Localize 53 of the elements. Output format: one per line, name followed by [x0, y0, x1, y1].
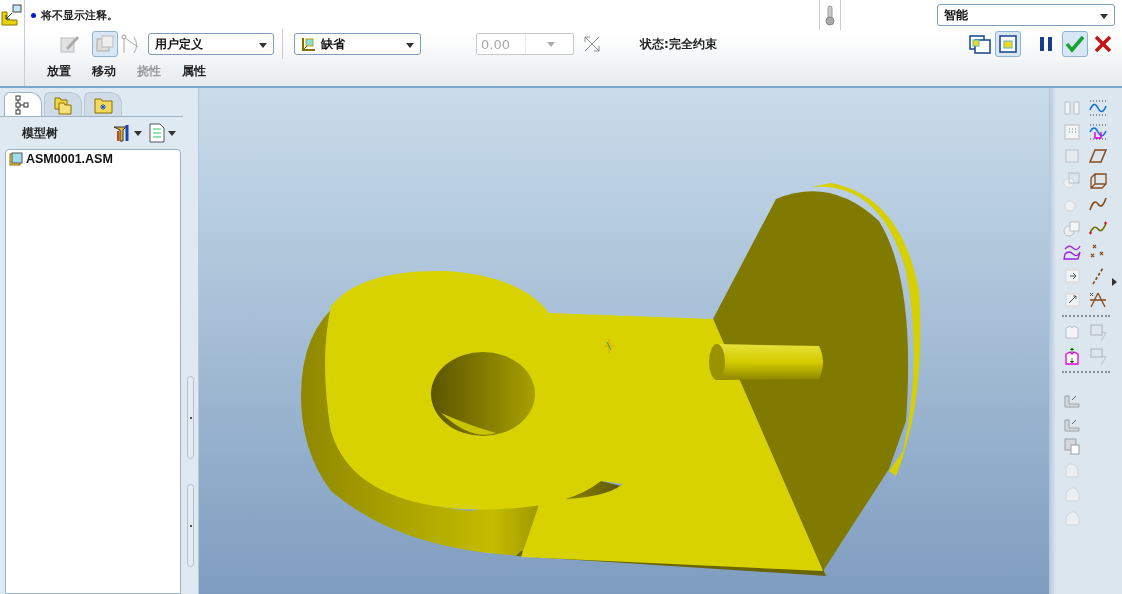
coordinate-icon [603, 338, 616, 354]
caret-icon [547, 41, 556, 47]
status-text: 状态:完全约束 [640, 35, 717, 53]
frame-icon[interactable] [1088, 322, 1108, 342]
caret-icon [259, 43, 267, 48]
copy-button[interactable] [92, 31, 118, 57]
plane-icon [301, 36, 317, 52]
flip-icon[interactable] [582, 34, 602, 54]
expand-arrow-icon[interactable] [1112, 278, 1117, 286]
wave-icon[interactable] [1088, 98, 1108, 118]
shape-icon[interactable] [1062, 346, 1082, 366]
list-icon [148, 123, 166, 143]
dashboard-tab[interactable]: 放置 [47, 62, 71, 80]
caret-icon [406, 43, 414, 48]
caret-icon [1100, 14, 1108, 19]
offset-dropdown[interactable]: 缺省 [294, 33, 421, 55]
pause-icon[interactable] [1038, 35, 1054, 53]
filter-dropdown[interactable]: 智能 [937, 4, 1115, 26]
dashboard-tab[interactable]: 移动 [92, 62, 116, 80]
square-icon[interactable] [1062, 170, 1082, 190]
checkmark-icon [1065, 34, 1085, 54]
caret-icon [134, 130, 142, 136]
parallelogram-icon[interactable] [1088, 146, 1108, 166]
close-icon[interactable] [1094, 35, 1112, 53]
splitter-handle[interactable] [187, 484, 194, 567]
tools-icon [112, 123, 132, 143]
copy-icon[interactable] [1062, 436, 1082, 456]
window-icon[interactable] [969, 33, 991, 55]
panel-tab[interactable] [4, 92, 42, 116]
grid-icon[interactable] [1062, 122, 1082, 142]
message-text: 将不显示注释。 [41, 7, 118, 23]
caret-icon [168, 130, 176, 136]
edit-icon[interactable] [58, 33, 80, 55]
preview-button[interactable] [995, 31, 1021, 57]
bullet-icon [31, 12, 36, 18]
mirror-icon[interactable] [1062, 98, 1082, 118]
constraint-dropdown[interactable]: 用户定义 [148, 33, 274, 55]
panel-title: 模型树 [22, 124, 58, 142]
wave-icon[interactable] [1088, 122, 1108, 142]
part-model-drawing[interactable] [301, 183, 921, 576]
confirm-button[interactable] [1062, 31, 1088, 57]
part-icon [9, 152, 23, 166]
thermometer-icon[interactable] [824, 4, 836, 26]
panel-tab[interactable] [84, 92, 122, 116]
dashboard-tab[interactable]: 属性 [182, 62, 206, 80]
assembly-icon[interactable] [1, 4, 23, 26]
tree-item[interactable]: ASM0001.ASM [6, 150, 180, 168]
axes-icon[interactable] [1088, 290, 1108, 310]
copy-icon [95, 34, 115, 54]
cube-icon[interactable] [1088, 170, 1108, 190]
window-icon [998, 34, 1018, 54]
frame-icon[interactable] [1088, 346, 1108, 366]
splitter-handle[interactable] [187, 376, 194, 459]
